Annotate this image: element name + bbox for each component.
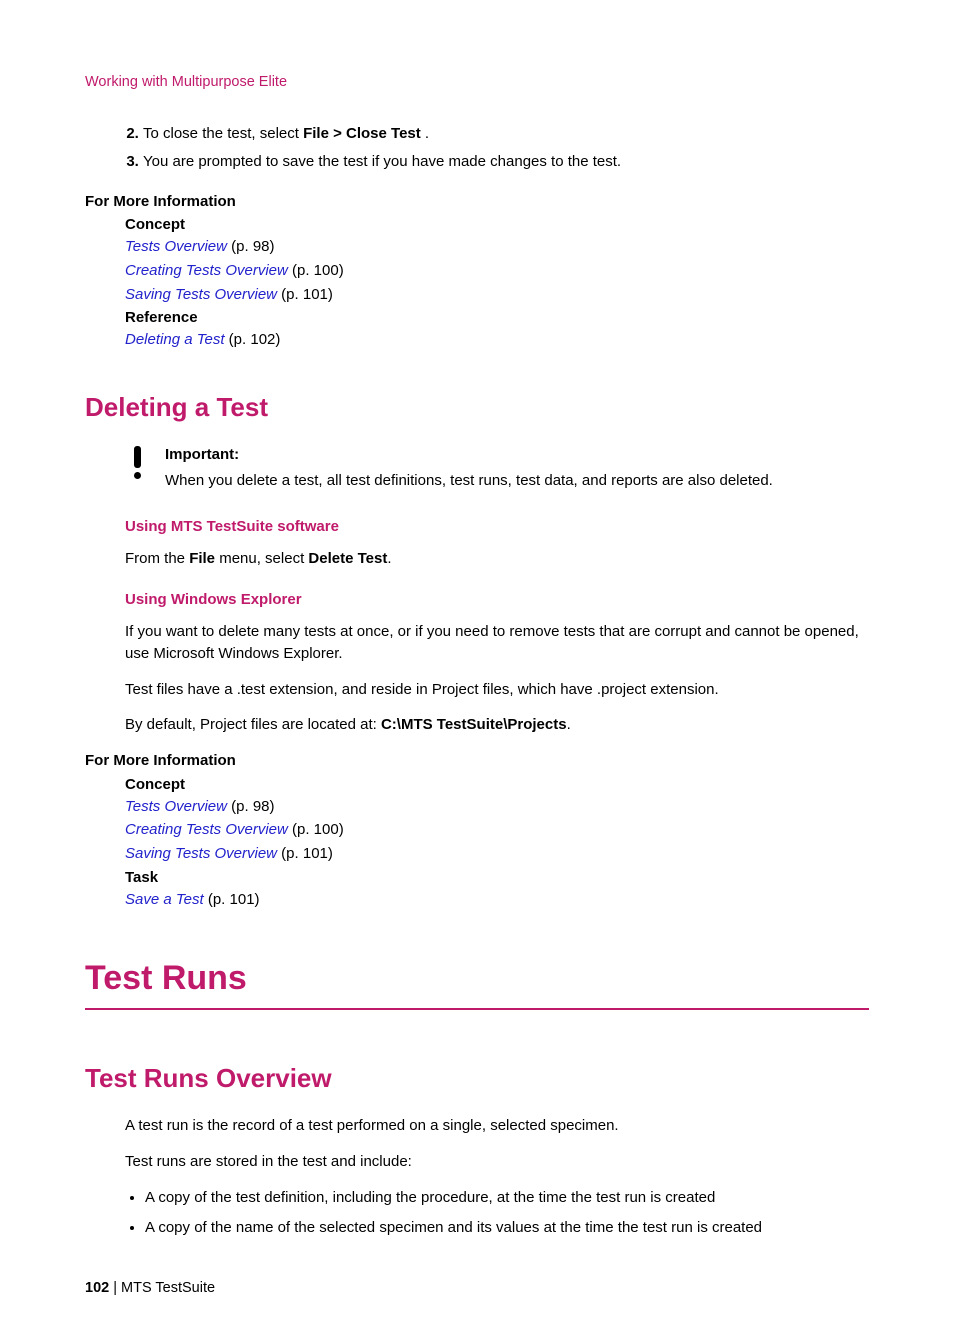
concept-label: Concept: [125, 214, 869, 236]
link-saving-tests-overview[interactable]: Saving Tests Overview: [125, 286, 277, 303]
for-more-info-heading: For More Information: [85, 191, 869, 213]
text: By default, Project files are located at…: [125, 716, 381, 733]
step-text: To close the test, select: [143, 125, 303, 142]
link-saving-tests-overview[interactable]: Saving Tests Overview: [125, 845, 277, 862]
page-ref: (p. 98): [227, 238, 275, 255]
page-ref: (p. 100): [288, 262, 344, 279]
step-text-tail: .: [421, 125, 429, 142]
doc-title: MTS TestSuite: [121, 1280, 215, 1296]
step-3: You are prompted to save the test if you…: [143, 151, 869, 173]
important-label: Important:: [165, 444, 773, 466]
paragraph: Test files have a .test extension, and r…: [125, 679, 869, 701]
xref-line: Creating Tests Overview (p. 100): [125, 819, 869, 841]
subheading-using-windows-explorer: Using Windows Explorer: [125, 589, 869, 611]
file-path: C:\MTS TestSuite\Projects: [381, 716, 567, 733]
xref-line: Save a Test (p. 101): [125, 889, 869, 911]
link-creating-tests-overview[interactable]: Creating Tests Overview: [125, 821, 288, 838]
page-ref: (p. 101): [277, 286, 333, 303]
page-ref: (p. 101): [277, 845, 333, 862]
important-content: Important: When you delete a test, all t…: [165, 444, 773, 492]
xref-line: Saving Tests Overview (p. 101): [125, 843, 869, 865]
breadcrumb[interactable]: Working with Multipurpose Elite: [85, 72, 869, 93]
page-ref: (p. 102): [225, 331, 281, 348]
footer-sep: |: [109, 1280, 121, 1296]
page-number: 102: [85, 1280, 109, 1296]
reference-label: Reference: [125, 307, 869, 329]
paragraph: If you want to delete many tests at once…: [125, 621, 869, 665]
menu-path: File > Close Test: [303, 125, 421, 142]
numbered-steps: To close the test, select File > Close T…: [85, 123, 869, 173]
link-save-a-test[interactable]: Save a Test: [125, 891, 204, 908]
important-icon: [125, 446, 149, 479]
xref-line: Tests Overview (p. 98): [125, 236, 869, 258]
concept-label: Concept: [125, 774, 869, 796]
link-creating-tests-overview[interactable]: Creating Tests Overview: [125, 262, 288, 279]
heading-deleting-a-test: Deleting a Test: [85, 389, 869, 427]
page-ref: (p. 100): [288, 821, 344, 838]
link-tests-overview[interactable]: Tests Overview: [125, 798, 227, 815]
document-page: Working with Multipurpose Elite To close…: [0, 0, 954, 1339]
heading-test-runs: Test Runs: [85, 954, 869, 1009]
xref-line: Deleting a Test (p. 102): [125, 329, 869, 351]
list-item: A copy of the name of the selected speci…: [145, 1217, 869, 1239]
paragraph: From the File menu, select Delete Test.: [125, 548, 869, 570]
link-tests-overview[interactable]: Tests Overview: [125, 238, 227, 255]
subheading-using-testsuite: Using MTS TestSuite software: [125, 516, 869, 538]
text: menu, select: [215, 550, 308, 567]
for-more-info-heading: For More Information: [85, 750, 869, 772]
xref-line: Saving Tests Overview (p. 101): [125, 284, 869, 306]
ui-file-menu: File: [189, 550, 215, 567]
page-footer: 102 | MTS TestSuite: [85, 1278, 869, 1299]
page-ref: (p. 98): [227, 798, 275, 815]
bullet-list: A copy of the test definition, including…: [125, 1187, 869, 1239]
text: .: [387, 550, 391, 567]
xref-line: Creating Tests Overview (p. 100): [125, 260, 869, 282]
page-ref: (p. 101): [204, 891, 260, 908]
step-2: To close the test, select File > Close T…: [143, 123, 869, 145]
ui-delete-test: Delete Test: [308, 550, 387, 567]
paragraph: A test run is the record of a test perfo…: [125, 1115, 869, 1137]
important-body: When you delete a test, all test definit…: [165, 470, 773, 492]
paragraph: Test runs are stored in the test and inc…: [125, 1151, 869, 1173]
paragraph: By default, Project files are located at…: [125, 714, 869, 736]
heading-test-runs-overview: Test Runs Overview: [85, 1060, 869, 1098]
text: .: [567, 716, 571, 733]
list-item: A copy of the test definition, including…: [145, 1187, 869, 1209]
important-note: Important: When you delete a test, all t…: [125, 444, 869, 492]
link-deleting-a-test[interactable]: Deleting a Test: [125, 331, 225, 348]
task-label: Task: [125, 867, 869, 889]
text: From the: [125, 550, 189, 567]
xref-line: Tests Overview (p. 98): [125, 796, 869, 818]
